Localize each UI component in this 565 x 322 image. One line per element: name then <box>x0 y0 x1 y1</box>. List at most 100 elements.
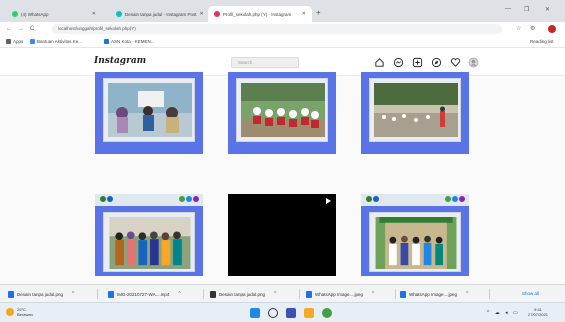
apps-icon <box>6 39 11 44</box>
bookmark-asn[interactable]: ASN Kota - KEMEN... <box>104 39 155 44</box>
forward-icon[interactable]: → <box>18 26 24 32</box>
teachers-photo <box>109 217 191 269</box>
tab-whatsapp[interactable]: (4) WhatsApp ✕ <box>6 6 102 22</box>
bookmark-label: Bantuan Aktivitas Ke... <box>37 39 83 44</box>
messenger-icon[interactable] <box>393 57 404 68</box>
instagram-page: Instagram Search <box>0 48 565 284</box>
address-bar-row: ← → C localhost/unggah/profil_sekolah.ph… <box>0 22 565 36</box>
url-field[interactable]: localhost/unggah/profil_sekolah.php(Y) <box>52 24 502 34</box>
whatsapp-icon <box>12 11 18 17</box>
bookmark-label: Apps <box>13 39 24 44</box>
chrome-icon[interactable] <box>322 308 332 318</box>
bookmark-apps[interactable]: Apps <box>6 39 23 44</box>
canva-icon <box>116 11 122 17</box>
search-input[interactable]: Search <box>231 57 299 68</box>
video-post-thumbnail[interactable] <box>228 194 336 276</box>
explore-icon[interactable] <box>431 57 442 68</box>
bookmark-label: ASN Kota - KEMEN... <box>111 39 155 44</box>
post-banner <box>95 194 203 206</box>
download-label: Desain tanpa judul.png <box>17 291 64 297</box>
close-window-icon[interactable]: ✕ <box>545 6 550 13</box>
chevron-up-icon[interactable]: ^ <box>372 291 374 297</box>
download-label: WhatsApp Image....jpeg <box>409 291 458 297</box>
classroom-photo <box>108 83 192 137</box>
home-icon[interactable] <box>374 57 385 68</box>
post-thumbnail[interactable] <box>95 72 203 154</box>
system-tray-icons[interactable]: ^ ☁ ◂ ▭ <box>487 310 520 316</box>
posts-grid <box>0 72 565 284</box>
post-thumbnail[interactable] <box>361 72 469 154</box>
tab-canva[interactable]: Desain tanpa judul - Instagram Post ✕ <box>110 6 206 22</box>
downloads-bar: Desain tanpa judul.png ^ IMG-20210727-WA… <box>0 284 565 302</box>
schoolyard-photo <box>374 83 458 137</box>
tab-label: Profil_sekolah.php (Y) - Instagram <box>223 11 292 17</box>
students-photo <box>241 83 325 137</box>
task-view-icon[interactable] <box>286 308 296 318</box>
bookmark-favicon <box>104 39 109 44</box>
download-label: IMG-20210727-WA....mp4 <box>117 291 170 297</box>
image-file-icon <box>306 290 312 298</box>
chevron-up-icon[interactable]: ^ <box>178 291 180 297</box>
close-tab-icon[interactable]: ✕ <box>92 11 96 17</box>
download-item[interactable]: WhatsApp Image....jpeg ^ <box>400 289 490 299</box>
instagram-icon <box>214 11 220 17</box>
download-label: WhatsApp Image....jpeg <box>315 291 364 297</box>
show-all-downloads-link[interactable]: Show all <box>522 291 539 296</box>
post-card <box>369 212 461 272</box>
video-file-icon <box>108 290 114 298</box>
image-file-icon <box>8 290 14 298</box>
chevron-up-icon[interactable]: ^ <box>72 291 74 297</box>
reading-list[interactable]: Reading list <box>530 39 554 44</box>
new-tab-button[interactable]: + <box>316 8 321 17</box>
download-item[interactable]: Desain tanpa judul.png ^ <box>210 289 300 299</box>
browser-tab-bar: (4) WhatsApp ✕ Desain tanpa judul - Inst… <box>0 0 565 22</box>
post-thumbnail[interactable] <box>95 194 203 276</box>
chevron-up-icon[interactable]: ^ <box>466 291 468 297</box>
download-item[interactable]: IMG-20210727-WA....mp4 ^ <box>108 289 204 299</box>
bookmarks-bar: Apps Bantuan Aktivitas Ke... ASN Kota - … <box>0 36 565 48</box>
post-card <box>236 78 328 142</box>
maximize-icon[interactable]: ❐ <box>524 6 529 13</box>
post-thumbnail[interactable] <box>361 194 469 276</box>
close-tab-icon[interactable]: ✕ <box>200 11 204 17</box>
close-tab-icon[interactable]: ✕ <box>302 11 306 17</box>
post-card <box>369 78 461 142</box>
post-card <box>103 212 195 272</box>
search-icon[interactable] <box>268 308 278 318</box>
file-explorer-icon[interactable] <box>304 308 314 318</box>
download-item[interactable]: Desain tanpa judul.png ^ <box>8 289 98 299</box>
extension-icon[interactable]: ⚙ <box>530 25 535 32</box>
clock[interactable]: 9:41 27/07/2021 <box>528 307 548 317</box>
bookmark-bantuan[interactable]: Bantuan Aktivitas Ke... <box>30 39 82 44</box>
tab-label: (4) WhatsApp <box>21 11 49 17</box>
weather-widget[interactable]: 29°C Berawan <box>6 307 33 317</box>
post-card <box>103 78 195 142</box>
reload-icon[interactable]: C <box>30 26 34 32</box>
download-label: Desain tanpa judul.png <box>219 291 266 297</box>
tab-label: Desain tanpa judul - Instagram Post <box>125 11 197 17</box>
image-file-icon <box>210 290 216 298</box>
post-banner <box>361 194 469 206</box>
image-file-icon <box>400 290 406 298</box>
new-post-icon[interactable] <box>412 57 423 68</box>
reading-list-label: Reading list <box>530 39 554 44</box>
bookmark-favicon <box>30 39 35 44</box>
video-icon <box>326 198 331 204</box>
profile-avatar[interactable] <box>468 57 479 68</box>
windows-taskbar: 29°C Berawan ^ ☁ ◂ ▭ 9:41 27/07/2021 <box>0 302 565 322</box>
weather-icon <box>6 308 14 316</box>
clock-date: 27/07/2021 <box>528 312 549 317</box>
heart-icon[interactable] <box>450 57 461 68</box>
profile-avatar-browser[interactable] <box>548 25 556 33</box>
instagram-logo[interactable]: Instagram <box>94 56 146 66</box>
chevron-up-icon[interactable]: ^ <box>274 291 276 297</box>
doorway-photo <box>375 217 457 269</box>
start-icon[interactable] <box>250 308 260 318</box>
bookmark-star-icon[interactable]: ☆ <box>516 25 521 32</box>
back-icon[interactable]: ← <box>6 26 12 32</box>
tab-instagram[interactable]: Profil_sekolah.php (Y) - Instagram ✕ <box>208 6 312 22</box>
minimize-icon[interactable]: — <box>505 6 511 12</box>
download-item[interactable]: WhatsApp Image....jpeg ^ <box>306 289 396 299</box>
weather-desc: Berawan <box>17 312 33 317</box>
post-thumbnail[interactable] <box>228 72 336 154</box>
